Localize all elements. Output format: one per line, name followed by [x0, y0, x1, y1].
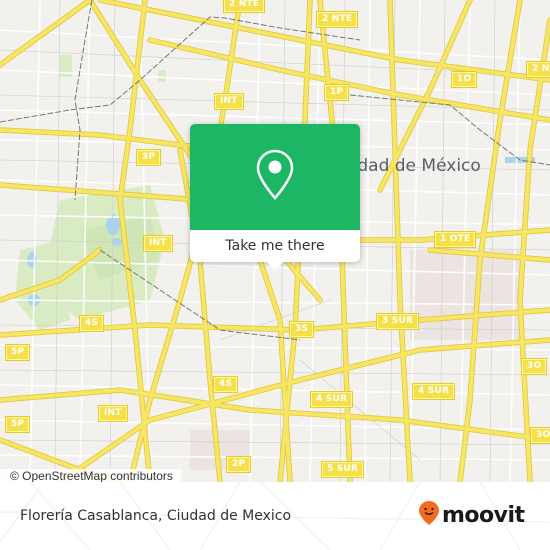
road-shield: 1P	[325, 85, 349, 100]
map-pin-icon	[255, 148, 295, 206]
road-shield: 4 SUR	[311, 392, 353, 407]
moovit-pin-icon	[418, 500, 440, 530]
road-shield: 2 N	[527, 62, 550, 77]
map-attribution[interactable]: © OpenStreetMap contributors	[0, 469, 181, 482]
road-shield: 1 OTE	[435, 232, 476, 247]
road-shield: 3O	[531, 428, 550, 443]
road-shield: 2P	[227, 457, 251, 472]
map[interactable]: Ciudad de México 2 NTE 2 NTE 2 N INT 1P …	[0, 0, 550, 482]
road-shield: 2 NTE	[317, 12, 358, 27]
place-name: Florería Casablanca, Ciudad de Mexico	[20, 508, 292, 524]
road-shield: INT	[99, 406, 127, 421]
road-shield: 5P	[6, 417, 30, 432]
park	[158, 70, 166, 82]
location-popup: Take me there	[190, 124, 360, 270]
footer: Florería Casablanca, Ciudad de Mexico mo…	[0, 482, 550, 550]
road-shield: 3P	[137, 150, 161, 165]
road-shield: 3O	[522, 359, 547, 374]
popup-header	[190, 124, 360, 230]
road-shield: 5P	[6, 345, 30, 360]
road-shield: INT	[215, 94, 243, 109]
road-shield: 4S	[80, 316, 104, 331]
moovit-logo[interactable]: moovit	[418, 500, 525, 530]
road-shield: 3 SUR	[377, 314, 419, 329]
road-shield: 5 SUR	[322, 462, 364, 477]
road-shield: 4 SUR	[413, 384, 455, 399]
moovit-wordmark: moovit	[442, 502, 525, 528]
road-shield: INT	[144, 236, 172, 251]
road-shield: 1O	[452, 72, 477, 87]
road-shield: 3S	[290, 322, 314, 337]
road-shield: 4S	[214, 377, 238, 392]
road-shield: 2 NTE	[224, 0, 265, 12]
popup-pointer	[267, 262, 283, 270]
take-me-there-button[interactable]: Take me there	[190, 230, 360, 262]
